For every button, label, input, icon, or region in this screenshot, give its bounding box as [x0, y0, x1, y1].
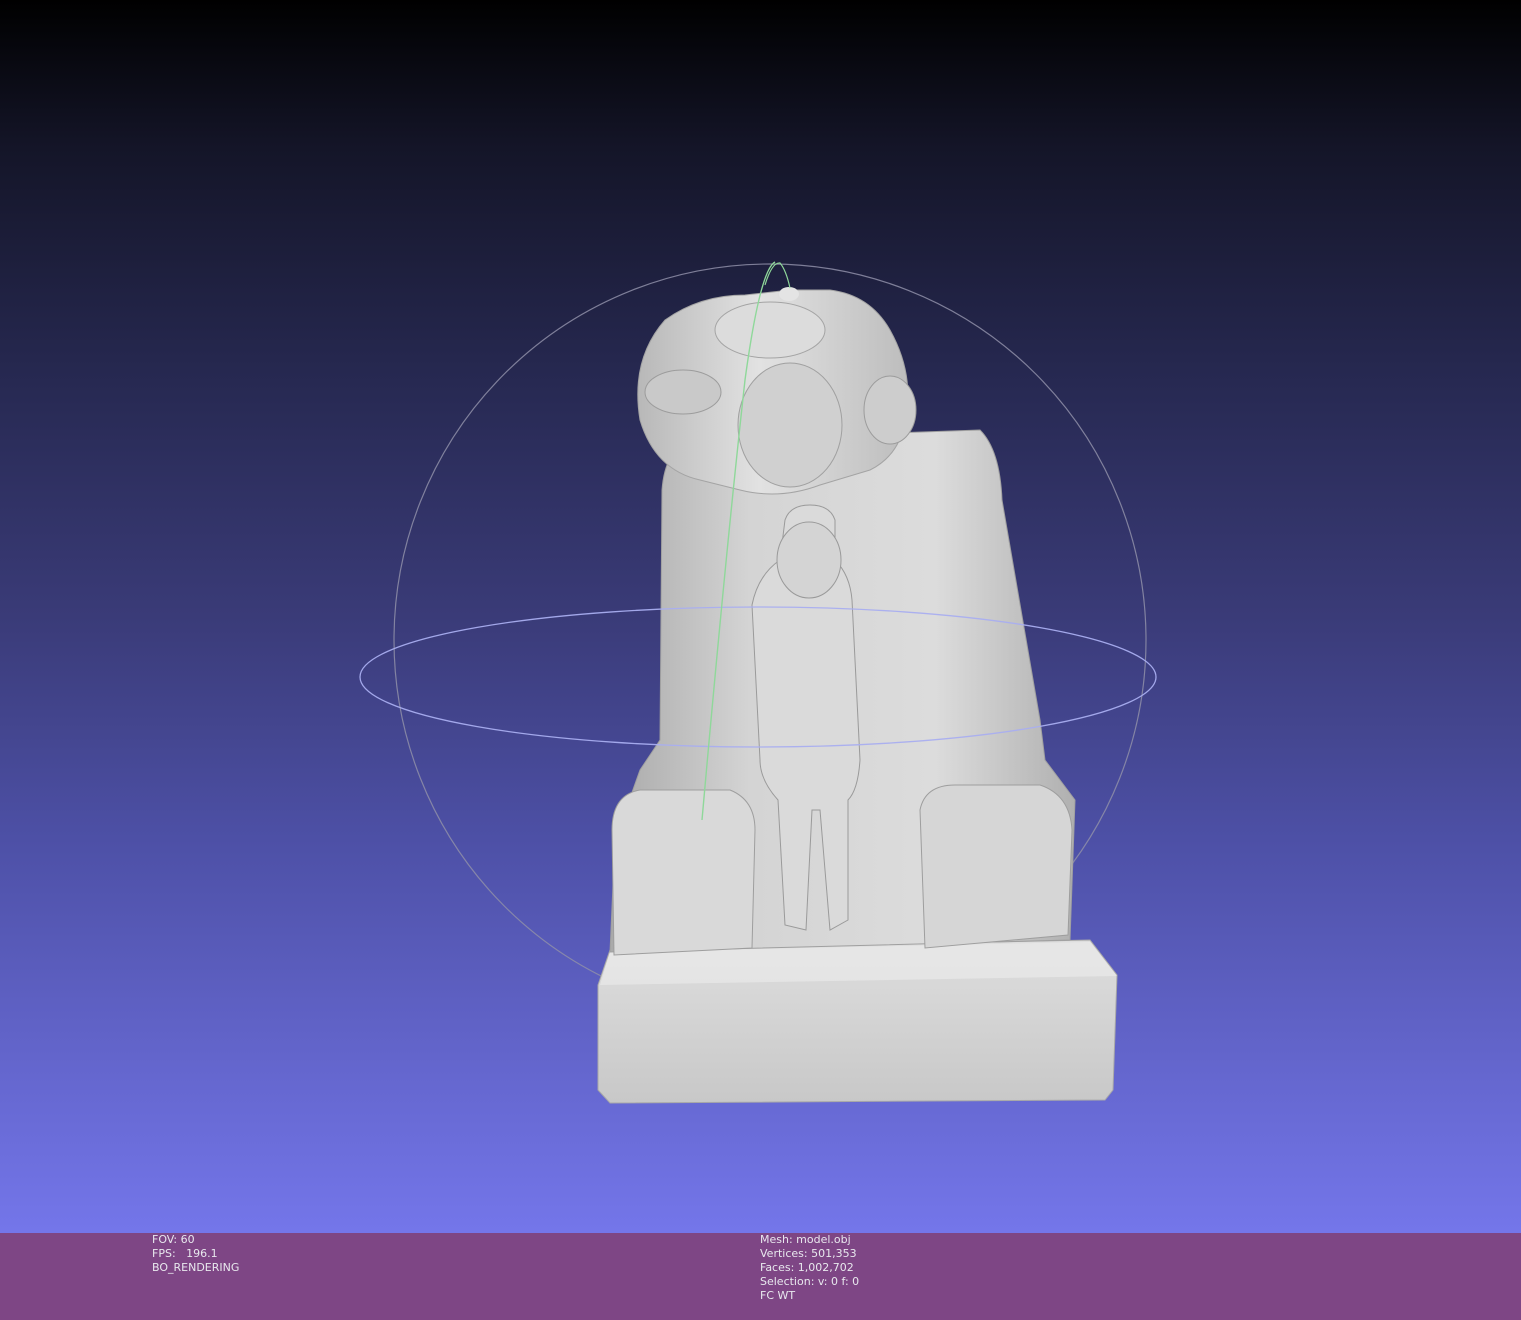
mesh-snout: [737, 362, 843, 488]
scene-canvas[interactable]: [0, 0, 1521, 1233]
status-info-bar: FOV: 60 FPS: 196.1 BO_RENDERING Mesh: mo…: [0, 1233, 1521, 1320]
fov-readout: FOV: 60: [152, 1233, 195, 1246]
fc-mode: FC WT: [760, 1289, 796, 1302]
trackball-ring-vertical-top: [764, 262, 791, 289]
mesh-figure-head: [776, 521, 842, 599]
face-count: Faces: 1,002,702: [760, 1261, 854, 1274]
mesh-left-horn: [644, 369, 722, 415]
mesh-info: Mesh: model.obj Vertices: 501,353 Faces:…: [760, 1233, 859, 1303]
statue-mesh: [597, 287, 1118, 1104]
mesh-top-knob: [779, 287, 799, 301]
mesh-left-paw: [611, 789, 756, 956]
fps-readout: FPS: 196.1: [152, 1247, 218, 1260]
mesh-right-paw: [919, 784, 1073, 949]
selection-info: Selection: v: 0 f: 0: [760, 1275, 860, 1288]
mesh-right-horn: [863, 375, 917, 445]
3d-viewport[interactable]: [0, 0, 1521, 1233]
mesh-head-top: [714, 301, 826, 359]
vertex-count: Vertices: 501,353: [760, 1247, 857, 1260]
render-info: FOV: 60 FPS: 196.1 BO_RENDERING: [152, 1233, 239, 1275]
mesh-name: Mesh: model.obj: [760, 1233, 851, 1246]
rendering-mode: BO_RENDERING: [152, 1261, 240, 1274]
